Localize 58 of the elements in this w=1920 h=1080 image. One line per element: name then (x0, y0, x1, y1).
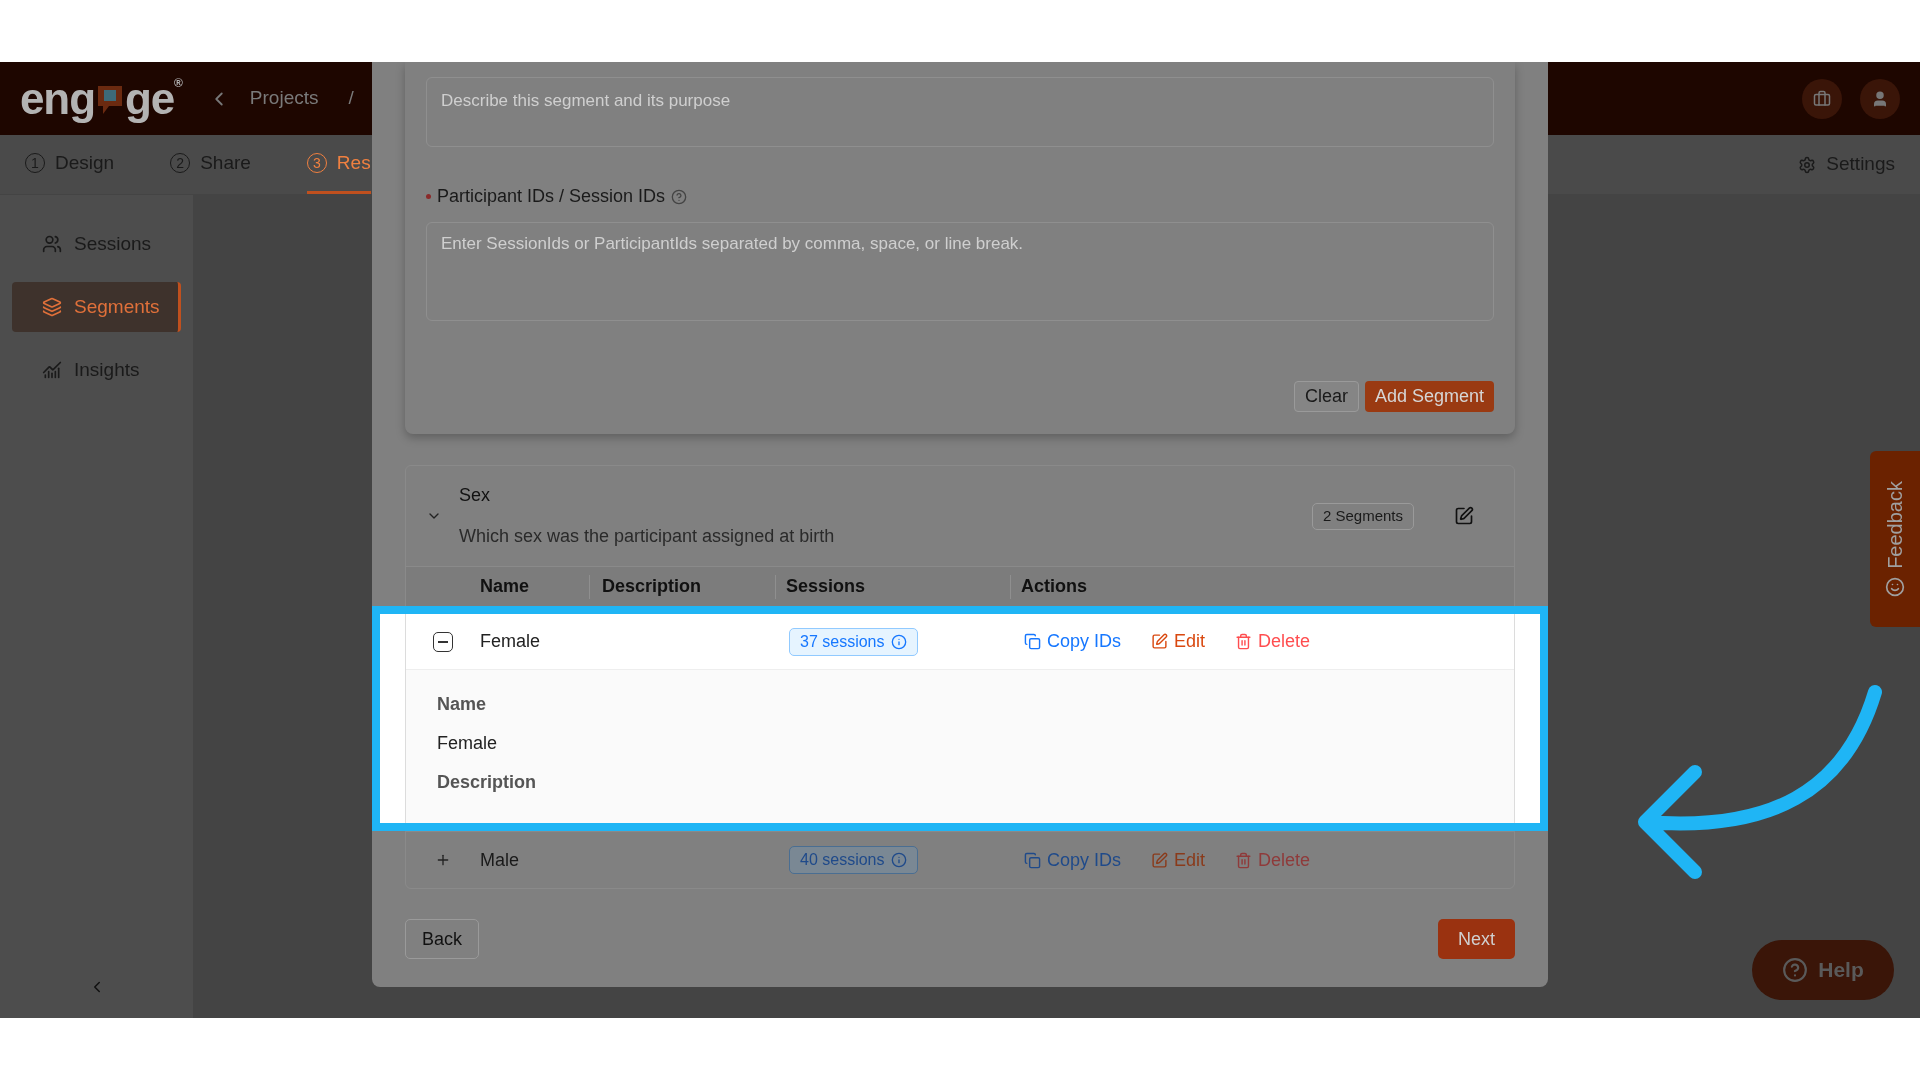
detail-value: Female (437, 732, 499, 755)
detail-label: Description (437, 771, 538, 794)
action-link[interactable]: Copy IDs (1024, 846, 1122, 874)
trash-icon (1235, 633, 1253, 650)
edit-icon (1151, 851, 1169, 869)
info-icon (890, 633, 907, 650)
person-icon (1871, 89, 1889, 108)
action-link[interactable]: Edit (1151, 846, 1206, 874)
add-segment-button[interactable]: Add Segment (1364, 381, 1494, 412)
trash-icon (1235, 851, 1253, 869)
logo-text: ge (124, 76, 175, 121)
breadcrumb-separator: / (348, 86, 354, 111)
next-button[interactable]: Next (1438, 919, 1515, 959)
sessions-badge[interactable]: 37 sessions (789, 627, 918, 656)
toolbox-button[interactable] (1802, 78, 1842, 119)
settings-icon (1798, 155, 1817, 174)
clear-button[interactable]: Clear (1293, 381, 1359, 412)
sidebar-item[interactable]: Segments (12, 282, 181, 332)
help-button[interactable]: Help (1752, 940, 1894, 1000)
briefcase-icon (1813, 89, 1831, 108)
chart-icon (42, 360, 62, 380)
group-question: Which sex was the participant assigned at birth (459, 525, 835, 548)
segment-name: Male (480, 848, 520, 872)
smile-icon (1885, 576, 1905, 597)
action-link[interactable]: Delete (1235, 628, 1311, 655)
plus-icon (435, 852, 451, 868)
sessions-badge[interactable]: 40 sessions (789, 846, 918, 874)
expand-toggle[interactable] (433, 631, 453, 652)
field-label: Participant IDs / Session IDs (437, 185, 666, 208)
column-header: Actions (1020, 575, 1087, 598)
column-header: Name (480, 574, 590, 599)
edit-icon[interactable] (1454, 506, 1474, 526)
description-field[interactable]: Describe this segment and its purpose (426, 77, 1494, 147)
back-button[interactable]: Back (405, 919, 480, 959)
detail-label: Name (437, 693, 488, 716)
breadcrumb-link[interactable]: Projects (249, 84, 319, 113)
edit-icon (1151, 633, 1169, 650)
ids-field[interactable]: Enter SessionIds or ParticipantIds separated by comma, space, or line break. (426, 222, 1494, 321)
minus-icon (438, 640, 448, 643)
info-icon (890, 852, 907, 868)
action-link[interactable]: Edit (1151, 628, 1206, 655)
segment-name: Female (480, 630, 542, 653)
segment-count-badge: 2 Segments (1311, 502, 1414, 530)
action-link[interactable]: Delete (1235, 846, 1311, 874)
column-header: Sessions (776, 574, 1011, 599)
copy-icon (1024, 851, 1041, 869)
feedback-tab[interactable]: Feedback (1870, 451, 1920, 627)
group-title: Sex (459, 484, 492, 507)
column-header: Description (590, 574, 776, 599)
layers-icon (42, 297, 62, 317)
people-icon (42, 234, 62, 254)
action-link[interactable]: Copy IDs (1024, 628, 1122, 655)
help-icon (1782, 957, 1809, 983)
help-icon (671, 188, 688, 205)
registered-mark: ® (174, 76, 182, 89)
logo-text: eng (20, 76, 95, 121)
copy-icon (1024, 633, 1041, 650)
profile-button[interactable] (1860, 78, 1900, 119)
